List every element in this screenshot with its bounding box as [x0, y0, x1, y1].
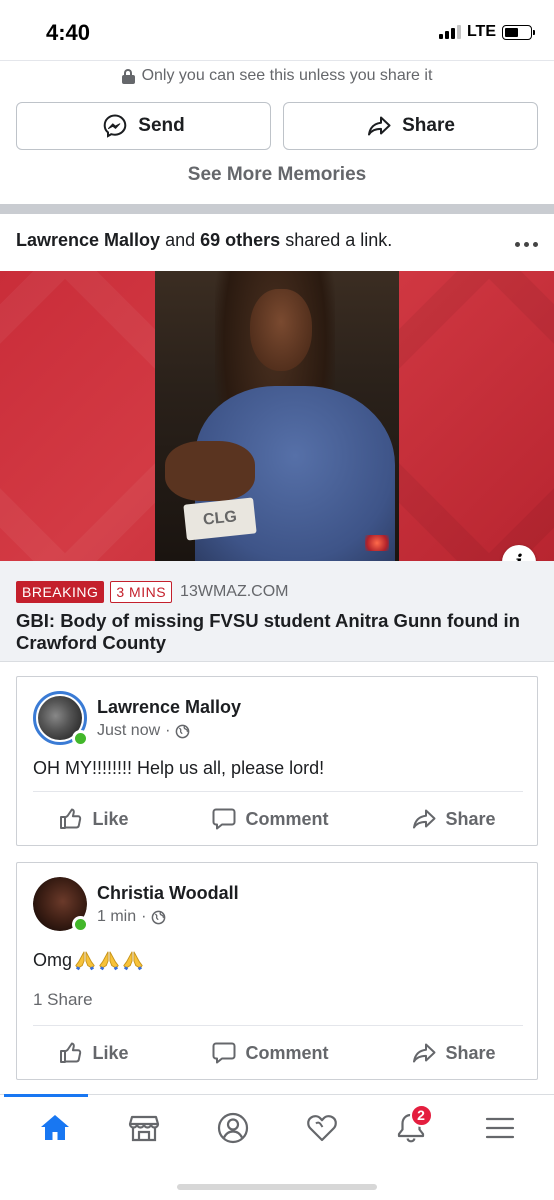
post-timestamp: 1 min ·	[97, 908, 166, 926]
privacy-text: Only you can see this unless you share i…	[141, 67, 433, 84]
post-time: 1 min	[97, 908, 137, 925]
tab-menu[interactable]	[470, 1098, 530, 1158]
globe-icon	[176, 724, 190, 738]
news-photo: CLG	[155, 271, 399, 561]
network-type: LTE	[466, 23, 496, 40]
comment-label: Comment	[245, 808, 329, 829]
license-plate: CLG	[183, 497, 257, 541]
shared-link-header: Lawrence Malloy and 69 others shared a l…	[16, 230, 538, 258]
dating-heart-icon	[306, 1114, 337, 1141]
hamburger-menu-icon	[485, 1117, 514, 1138]
home-icon	[40, 1114, 69, 1140]
post-author[interactable]: Christia Woodall	[97, 883, 239, 904]
tab-marketplace[interactable]	[114, 1098, 174, 1158]
link-caption[interactable]: BREAKING 3 MINS 13WMAZ.COM GBI: Body of …	[0, 561, 554, 662]
share-label: Share	[402, 115, 455, 136]
comment-icon	[212, 1042, 236, 1064]
see-more-memories-link[interactable]: See More Memories	[0, 164, 554, 186]
link-preview-image[interactable]: CLG	[0, 271, 554, 561]
header-connector: and	[165, 230, 196, 250]
like-button[interactable]: Like	[58, 806, 129, 832]
divider	[0, 60, 554, 61]
comment-button[interactable]: Comment	[211, 1040, 329, 1066]
status-indicators: LTE	[438, 23, 535, 41]
marketplace-icon	[128, 1115, 159, 1141]
post-text-content: Omg	[33, 949, 73, 970]
post-actions: Like Comment Share	[17, 1027, 537, 1079]
send-label: Send	[138, 115, 185, 136]
profile-icon	[217, 1112, 248, 1143]
like-label: Like	[92, 808, 129, 829]
shared-post-card: Lawrence Malloy Just now · OH MY!!!!!!!!…	[16, 676, 538, 846]
post-text: OH MY!!!!!!!! Help us all, please lord!	[33, 758, 325, 778]
tab-home[interactable]	[25, 1098, 85, 1158]
share-label: Share	[445, 1042, 496, 1063]
privacy-notice: Only you can see this unless you share i…	[0, 64, 554, 88]
breaking-badge: BREAKING	[16, 581, 105, 603]
signal-icon	[438, 25, 461, 39]
link-headline: GBI: Body of missing FVSU student Anitra…	[16, 610, 520, 653]
avatar[interactable]	[33, 691, 89, 747]
others-count[interactable]: 69 others	[200, 230, 280, 250]
link-domain: 13WMAZ.COM	[180, 583, 289, 600]
folded-hands-icon	[123, 951, 143, 971]
globe-icon	[152, 910, 166, 924]
online-status-dot	[72, 916, 89, 933]
divider	[33, 791, 523, 792]
home-indicator	[177, 1184, 377, 1190]
share-label: Share	[445, 808, 496, 829]
lock-icon	[121, 68, 135, 84]
post-timestamp: Just now ·	[97, 722, 190, 740]
emoji-group	[74, 949, 144, 971]
share-arrow-icon	[413, 1043, 436, 1063]
battery-icon	[502, 24, 535, 40]
post-time: Just now	[97, 722, 161, 739]
online-status-dot	[72, 730, 89, 747]
share-arrow-icon	[368, 116, 391, 136]
avatar[interactable]	[33, 877, 89, 933]
tab-notifications[interactable]: 2	[381, 1098, 441, 1158]
post-actions: Like Comment Share	[17, 793, 537, 845]
send-button[interactable]: Send	[16, 102, 271, 150]
folded-hands-icon	[99, 951, 119, 971]
header-suffix: shared a link.	[285, 230, 393, 250]
status-bar: 4:40 LTE	[0, 0, 554, 62]
comment-button[interactable]: Comment	[211, 806, 329, 832]
folded-hands-icon	[75, 951, 95, 971]
age-badge: 3 MINS	[110, 581, 173, 603]
link-meta: BREAKING 3 MINS 13WMAZ.COM	[16, 581, 538, 603]
post-author[interactable]: Lawrence Malloy	[97, 697, 241, 718]
divider	[33, 1025, 523, 1026]
like-label: Like	[92, 1042, 129, 1063]
shared-post-card: Christia Woodall 1 min · Omg 1 Share Lik…	[16, 862, 538, 1080]
memory-actions: Send Share	[16, 102, 538, 150]
sharer-name[interactable]: Lawrence Malloy	[16, 230, 160, 250]
status-time: 4:40	[46, 20, 91, 45]
comment-label: Comment	[245, 1042, 329, 1063]
more-options-icon[interactable]	[515, 230, 538, 258]
like-button[interactable]: Like	[58, 1040, 129, 1066]
tab-dating[interactable]	[292, 1098, 352, 1158]
comment-icon	[212, 808, 236, 830]
thumbs-up-icon	[60, 808, 82, 829]
share-button[interactable]: Share	[411, 1040, 496, 1066]
shares-count[interactable]: 1 Share	[33, 990, 93, 1010]
notification-badge: 2	[409, 1103, 433, 1127]
share-button[interactable]: Share	[411, 806, 496, 832]
share-memory-button[interactable]: Share	[283, 102, 538, 150]
tab-profile[interactable]	[203, 1098, 263, 1158]
bottom-tab-bar: 2	[0, 1094, 554, 1160]
thumbs-up-icon	[60, 1042, 82, 1063]
messenger-icon	[103, 114, 127, 138]
post-text: Omg	[33, 949, 144, 971]
share-arrow-icon	[413, 809, 436, 829]
active-tab-indicator	[4, 1094, 88, 1097]
section-separator	[0, 204, 554, 214]
